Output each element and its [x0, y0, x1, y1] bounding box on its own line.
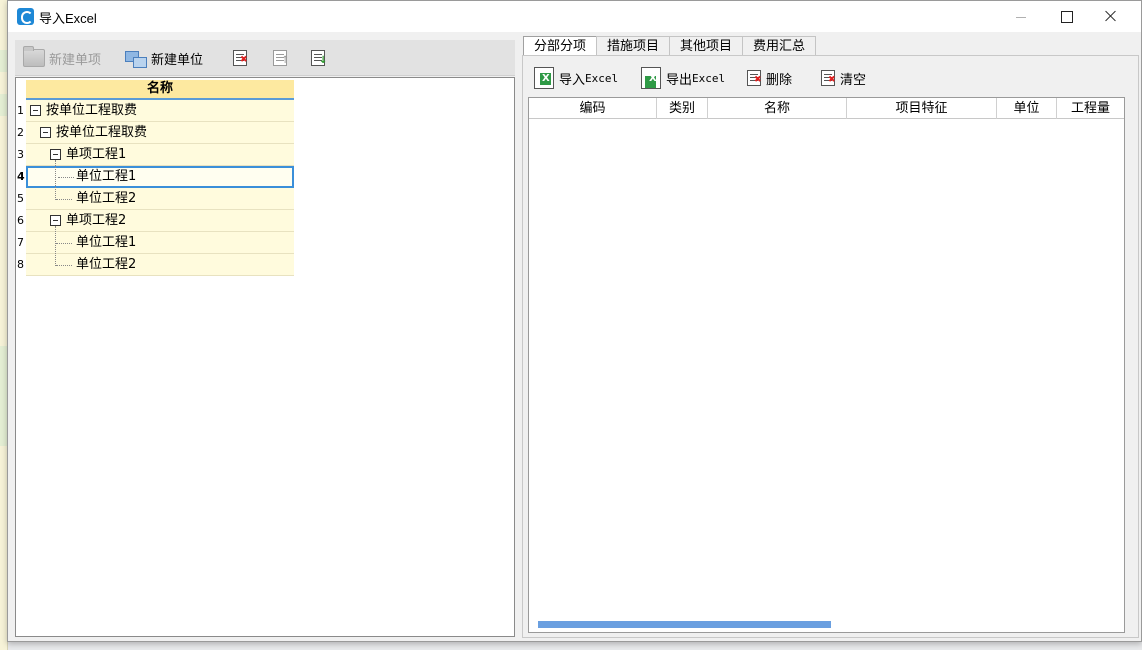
- app-logo-icon: [17, 8, 34, 25]
- tree-row[interactable]: 单项工程2: [26, 210, 294, 232]
- move-up-button[interactable]: [273, 46, 291, 70]
- export-excel-button[interactable]: 导出Excel: [641, 66, 725, 90]
- tree-row[interactable]: 按单位工程取费: [26, 100, 294, 122]
- minimize-button[interactable]: [998, 1, 1044, 32]
- column-header-name[interactable]: 名称: [708, 98, 847, 119]
- import-data-grid: 编码 类别 名称 项目特征 单位 工程量: [528, 97, 1125, 633]
- tree-row-label: 单项工程1: [66, 147, 127, 162]
- delete-doc-icon: [233, 50, 248, 66]
- row-number: 1: [17, 104, 24, 117]
- import-excel-button[interactable]: 导入Excel: [534, 66, 618, 90]
- column-header-category[interactable]: 类别: [657, 98, 708, 119]
- delete-node-button[interactable]: [233, 46, 251, 70]
- title-bar: 导入Excel: [8, 1, 1141, 32]
- row-number: 4: [17, 170, 25, 183]
- row-number: 3: [17, 148, 24, 161]
- clear-doc-icon: [821, 70, 836, 86]
- tree-connector: [55, 160, 56, 200]
- tab-bar: 分部分项 措施项目 其他项目 费用汇总: [523, 36, 817, 57]
- units-icon: [125, 49, 147, 68]
- tree-row-label: 按单位工程取费: [56, 125, 148, 140]
- move-down-doc-icon: [311, 50, 327, 66]
- delete-label: 删除: [766, 72, 793, 88]
- tree-row-label: 单项工程2: [66, 213, 127, 228]
- tab-sub-items[interactable]: 分部分项: [523, 36, 598, 57]
- clear-label: 清空: [840, 72, 867, 88]
- tree-connector: [56, 265, 72, 266]
- import-excel-dialog: 导入Excel 新建单项 新建单位 名称 1 2 3 4 5 6: [7, 0, 1142, 642]
- tree-connector: [58, 177, 74, 178]
- row-number: 7: [17, 236, 24, 249]
- tab-measures[interactable]: 措施项目: [596, 36, 671, 56]
- new-item-label: 新建单项: [49, 52, 102, 68]
- project-tree-grid: 名称 1 2 3 4 5 6 7 8 按单位工程取费 按单位工程取费 单项工程1…: [15, 77, 515, 637]
- export-label: 导出: [666, 72, 693, 88]
- folder-icon: [23, 46, 45, 67]
- tree-connector: [55, 226, 56, 266]
- move-up-doc-icon: [273, 50, 289, 66]
- tree-row-selected[interactable]: 单位工程1: [26, 166, 294, 188]
- excel-export-icon: [641, 67, 661, 89]
- column-header-quantity[interactable]: 工程量: [1057, 98, 1124, 119]
- tree-row[interactable]: 单位工程2: [26, 188, 294, 210]
- tree-row-label: 单位工程2: [76, 257, 137, 272]
- left-toolbar: 新建单项 新建单位: [15, 40, 515, 76]
- name-column-header: 名称: [26, 80, 294, 100]
- delete-doc-icon: [747, 70, 762, 86]
- column-header-code[interactable]: 编码: [529, 98, 657, 119]
- row-number: 5: [17, 192, 24, 205]
- collapse-icon[interactable]: [50, 149, 61, 160]
- row-number: 2: [17, 126, 24, 139]
- delete-button[interactable]: 删除: [747, 66, 792, 90]
- collapse-icon[interactable]: [40, 127, 51, 138]
- close-button[interactable]: [1088, 1, 1134, 32]
- new-unit-button[interactable]: 新建单位: [125, 46, 203, 70]
- clear-button[interactable]: 清空: [821, 66, 866, 90]
- maximize-button[interactable]: [1043, 1, 1089, 32]
- import-suffix: Excel: [585, 71, 619, 85]
- tree-row-label: 单位工程1: [76, 169, 137, 184]
- row-number: 6: [17, 214, 24, 227]
- window-title: 导入Excel: [39, 11, 97, 26]
- tab-other-items[interactable]: 其他项目: [669, 36, 744, 56]
- new-unit-label: 新建单位: [151, 52, 204, 68]
- tree-row[interactable]: 单位工程2: [26, 254, 294, 276]
- row-number: 8: [17, 258, 24, 271]
- tree-row-label: 单位工程1: [76, 235, 137, 250]
- tree-row[interactable]: 按单位工程取费: [26, 122, 294, 144]
- tree-connector: [56, 199, 72, 200]
- new-item-button[interactable]: 新建单项: [23, 46, 101, 70]
- tree-row[interactable]: 单位工程1: [26, 232, 294, 254]
- tree-row-label: 单位工程2: [76, 191, 137, 206]
- tree-row[interactable]: 单项工程1: [26, 144, 294, 166]
- column-header-features[interactable]: 项目特征: [847, 98, 997, 119]
- column-header-unit[interactable]: 单位: [997, 98, 1057, 119]
- export-suffix: Excel: [692, 71, 726, 85]
- tab-fee-summary[interactable]: 费用汇总: [742, 36, 817, 56]
- import-label: 导入: [559, 72, 586, 88]
- horizontal-scrollbar[interactable]: [538, 621, 831, 628]
- tree-row-label: 按单位工程取费: [46, 103, 138, 118]
- grid-column-headers: 编码 类别 名称 项目特征 单位 工程量: [529, 98, 1124, 119]
- move-down-button[interactable]: [311, 46, 329, 70]
- collapse-icon[interactable]: [50, 215, 61, 226]
- collapse-icon[interactable]: [30, 105, 41, 116]
- tree-connector: [56, 243, 72, 244]
- excel-import-icon: [534, 67, 554, 89]
